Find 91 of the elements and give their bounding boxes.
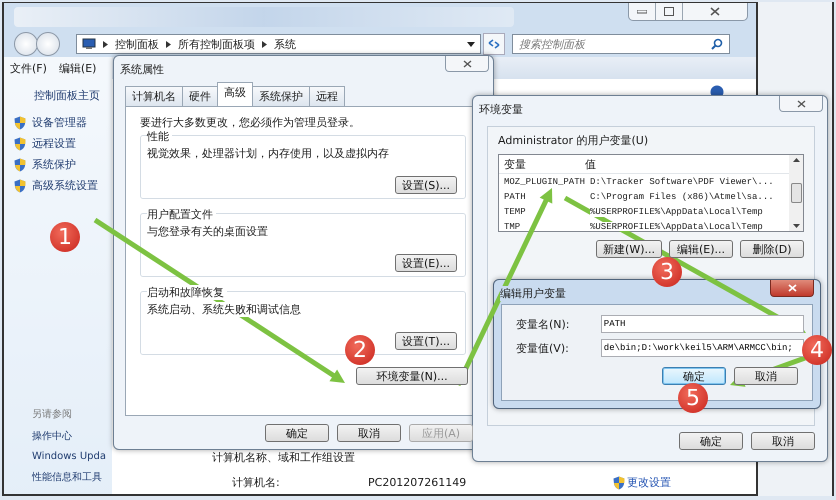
field-label: 计算机名: bbox=[231, 475, 281, 490]
dialog-title: 系统属性 bbox=[120, 62, 164, 77]
settings-button[interactable]: 设置(T)... bbox=[395, 332, 457, 350]
close-icon bbox=[462, 60, 472, 68]
dialog-button[interactable]: 删除(D) bbox=[740, 240, 804, 258]
environment-variables-button[interactable]: 环境变量(N)... bbox=[356, 367, 468, 385]
section-heading: 计算机名称、域和工作组设置 bbox=[212, 450, 356, 465]
menu-item[interactable]: 编辑(E) bbox=[58, 61, 96, 76]
field-label: 变量值(V): bbox=[516, 340, 570, 356]
settings-button[interactable]: 设置(E)... bbox=[394, 254, 457, 272]
group-title: 性能 bbox=[147, 129, 172, 144]
dialog-button[interactable]: 确定 bbox=[662, 367, 726, 385]
sidebar-link[interactable]: Windows Upda bbox=[32, 451, 112, 462]
sidebar-link[interactable]: 系统保护 bbox=[32, 157, 76, 172]
sidebar-link[interactable]: 设备管理器 bbox=[32, 115, 87, 130]
shield-icon bbox=[14, 136, 26, 150]
chevron-icon bbox=[262, 40, 267, 48]
group-description: 与您登录有关的桌面设置 bbox=[147, 224, 268, 239]
scroll-up-icon bbox=[792, 158, 800, 162]
change-settings-link[interactable]: 更改设置 bbox=[627, 475, 671, 490]
breadcrumb[interactable]: 所有控制面板项 bbox=[178, 36, 255, 52]
table-cell-text: TMP bbox=[503, 222, 522, 231]
close-button[interactable] bbox=[770, 280, 814, 297]
input-field[interactable]: PATH bbox=[600, 315, 804, 333]
section-heading: 另请参阅 bbox=[32, 408, 73, 421]
table-row[interactable]: TEMP %USERPROFILE%\AppData\Local\Temp bbox=[499, 204, 789, 219]
close-icon bbox=[788, 284, 796, 292]
dialog-title: 环境变量 bbox=[479, 102, 523, 117]
close-button[interactable] bbox=[445, 56, 489, 72]
scrollbar-thumb[interactable] bbox=[790, 183, 802, 203]
scrollbar[interactable] bbox=[789, 155, 803, 231]
chevron-icon bbox=[103, 40, 108, 48]
back-button[interactable] bbox=[14, 32, 38, 56]
maximize-icon bbox=[664, 7, 674, 16]
dialog-button[interactable]: 取消 bbox=[751, 432, 815, 450]
address-bar[interactable]: 控制面板 所有控制面板项 系统 bbox=[76, 34, 481, 54]
tab[interactable]: 远程 bbox=[309, 86, 345, 106]
tab[interactable]: 高级 bbox=[217, 82, 253, 106]
input-field[interactable]: de\bin;D:\work\keil5\ARM\ARMCC\bin; bbox=[600, 339, 804, 357]
table-row[interactable]: TMP %USERPROFILE%\AppData\Local\Temp bbox=[499, 219, 789, 231]
scroll-down-icon bbox=[792, 224, 800, 228]
search-icon bbox=[711, 38, 723, 50]
minimize-icon bbox=[637, 10, 647, 14]
tab[interactable]: 系统保护 bbox=[252, 86, 310, 106]
dialog-button[interactable]: 新建(W)... bbox=[596, 240, 662, 258]
notice-text: 要进行大多数更改，您必须作为管理员登录。 bbox=[140, 115, 361, 130]
computer-icon bbox=[82, 38, 96, 50]
column-header[interactable]: 变量 bbox=[499, 156, 585, 172]
group-title: 用户配置文件 bbox=[147, 207, 216, 222]
column-header[interactable]: 值 bbox=[585, 156, 789, 172]
breadcrumb[interactable]: 系统 bbox=[274, 36, 296, 52]
tab[interactable]: 硬件 bbox=[182, 86, 218, 106]
sidebar-link[interactable]: 性能信息和工具 bbox=[32, 470, 112, 484]
shield-icon bbox=[14, 116, 26, 130]
menu-item[interactable]: 文件(F) bbox=[10, 61, 47, 76]
table-cell-text: PATH bbox=[503, 192, 527, 202]
sidebar-link[interactable]: 控制面板主页 bbox=[10, 88, 112, 103]
sidebar-link[interactable]: 远程设置 bbox=[32, 136, 76, 151]
dialog-button[interactable]: 取消 bbox=[734, 367, 798, 385]
group-description: 视觉效果，处理器计划，内存使用，以及虚拟内存 bbox=[147, 146, 389, 161]
refresh-button[interactable] bbox=[483, 33, 505, 55]
shield-icon bbox=[14, 178, 26, 192]
table-cell-text: TEMP bbox=[503, 206, 527, 216]
dialog-button[interactable]: 取消 bbox=[337, 424, 401, 442]
group-title: Administrator 的用户变量(U) bbox=[498, 133, 650, 148]
chevron-icon bbox=[166, 40, 171, 48]
breadcrumb[interactable]: 控制面板 bbox=[115, 36, 159, 52]
refresh-icon bbox=[487, 38, 501, 50]
sidebar-link[interactable]: 高级系统设置 bbox=[32, 178, 98, 193]
table-cell-text: MOZ_PLUGIN_PATH bbox=[503, 176, 586, 186]
table-row[interactable]: PATH C:\Program Files (x86)\Atmel\sa... bbox=[499, 189, 789, 204]
dialog-title: 编辑用户变量 bbox=[500, 286, 566, 301]
shield-icon bbox=[613, 476, 625, 490]
dialog-button[interactable]: 确定 bbox=[679, 432, 743, 450]
tab[interactable]: 计算机名 bbox=[125, 86, 183, 106]
sidebar-link[interactable]: 操作中心 bbox=[32, 429, 112, 443]
field-label: 变量名(N): bbox=[516, 316, 571, 332]
shield-icon bbox=[14, 158, 26, 172]
group-description: 系统启动、系统失败和调试信息 bbox=[147, 302, 301, 317]
group-title: 启动和故障恢复 bbox=[147, 285, 227, 300]
dropdown-caret-icon[interactable] bbox=[467, 42, 475, 46]
settings-button[interactable]: 设置(S)... bbox=[394, 176, 457, 194]
table-row[interactable]: MOZ_PLUGIN_PATH D:\Tracker Software\PDF Viewer\... bbox=[499, 174, 789, 189]
field-value: PC201207261149 bbox=[368, 476, 468, 489]
dialog-button[interactable]: 编辑(E)... bbox=[669, 240, 733, 258]
close-icon bbox=[796, 100, 806, 108]
close-button[interactable] bbox=[779, 96, 823, 112]
forward-button[interactable] bbox=[36, 32, 60, 56]
close-icon bbox=[710, 7, 720, 16]
search-field[interactable]: 搜索控制面板 bbox=[512, 34, 730, 54]
dialog-button[interactable]: 确定 bbox=[265, 424, 329, 442]
